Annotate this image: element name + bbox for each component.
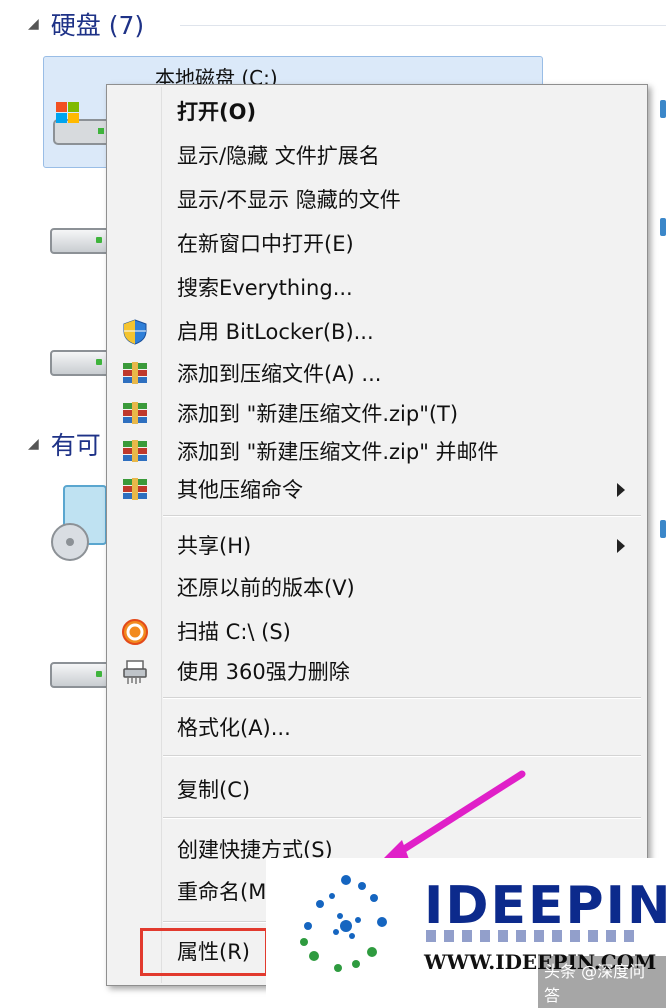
- winrar-icon: [121, 438, 149, 464]
- menu-item-label: 添加到 "新建压缩文件.zip"(T): [177, 402, 459, 426]
- submenu-arrow-icon: [617, 539, 625, 553]
- drive-icon[interactable]: [660, 520, 666, 538]
- menu-item-label: 共享(H): [177, 534, 252, 558]
- drive-icon[interactable]: [660, 100, 666, 118]
- shredder-icon: [121, 658, 149, 684]
- watermark: IDEEPIN WWW.IDEEPIN.COM 头条 @深度问答: [266, 858, 666, 1008]
- menu-item-add-zip-email[interactable]: 添加到 "新建压缩文件.zip" 并邮件: [107, 431, 647, 471]
- watermark-brand-reflection: [426, 930, 638, 942]
- menu-item-bitlocker[interactable]: 启用 BitLocker(B)...: [107, 311, 647, 351]
- menu-item-search-everything[interactable]: 搜索Everything...: [107, 267, 647, 307]
- dvd-drive-icon[interactable]: [50, 482, 110, 576]
- drive-icon[interactable]: [660, 218, 666, 236]
- menu-item-label: 扫描 C:\ (S): [177, 620, 291, 644]
- collapse-triangle-icon[interactable]: ◢: [28, 16, 39, 32]
- section-title: 硬盘 (7): [50, 11, 145, 40]
- menu-item-label: 打开(O): [177, 100, 257, 124]
- menu-item-restore-versions[interactable]: 还原以前的版本(V): [107, 567, 647, 607]
- menu-item-open-new-window[interactable]: 在新窗口中打开(E): [107, 223, 647, 263]
- menu-separator: [163, 755, 641, 757]
- menu-item-label: 复制(C): [177, 778, 251, 802]
- menu-separator: [163, 697, 641, 699]
- watermark-credit: 头条 @深度问答: [538, 956, 666, 1008]
- section-header-removable[interactable]: ◢ 有可: [28, 424, 101, 464]
- drive-icon[interactable]: [50, 662, 110, 688]
- shield-icon: [121, 318, 149, 345]
- drive-icon[interactable]: [50, 228, 110, 254]
- menu-separator: [163, 515, 641, 517]
- menu-item-toggle-hidden[interactable]: 显示/不显示 隐藏的文件: [107, 179, 647, 219]
- menu-item-format[interactable]: 格式化(A)...: [107, 707, 647, 747]
- menu-item-label: 搜索Everything...: [177, 276, 353, 300]
- menu-item-toggle-extensions[interactable]: 显示/隐藏 文件扩展名: [107, 135, 647, 175]
- windows-drive-icon[interactable]: [52, 98, 112, 156]
- menu-item-label: 重命名(M): [177, 880, 275, 904]
- watermark-brand: IDEEPIN: [424, 876, 666, 936]
- menu-item-other-compress[interactable]: 其他压缩命令: [107, 469, 647, 509]
- collapse-triangle-icon[interactable]: ◢: [28, 436, 39, 452]
- properties-highlight-box: [140, 928, 268, 976]
- menu-item-label: 其他压缩命令: [177, 478, 303, 502]
- section-divider: [180, 25, 666, 26]
- menu-item-add-zip[interactable]: 添加到 "新建压缩文件.zip"(T): [107, 393, 647, 433]
- menu-item-label: 启用 BitLocker(B)...: [177, 320, 374, 344]
- menu-item-add-archive[interactable]: 添加到压缩文件(A) ...: [107, 353, 647, 393]
- menu-item-360-shred[interactable]: 使用 360强力删除: [107, 651, 647, 691]
- submenu-arrow-icon: [617, 483, 625, 497]
- menu-item-share[interactable]: 共享(H): [107, 525, 647, 565]
- drive-icon[interactable]: [50, 350, 110, 376]
- section-header-drives[interactable]: ◢ 硬盘 (7): [28, 4, 144, 44]
- menu-item-label: 格式化(A)...: [177, 716, 291, 740]
- menu-item-open[interactable]: 打开(O): [107, 91, 647, 131]
- menu-item-360-scan[interactable]: 扫描 C:\ (S): [107, 611, 647, 651]
- menu-item-label: 显示/隐藏 文件扩展名: [177, 144, 380, 168]
- menu-item-label: 使用 360强力删除: [177, 660, 350, 684]
- winrar-icon: [121, 476, 149, 502]
- winrar-icon: [121, 360, 149, 386]
- menu-item-label: 显示/不显示 隐藏的文件: [177, 188, 401, 212]
- menu-item-label: 添加到 "新建压缩文件.zip" 并邮件: [177, 440, 499, 464]
- menu-item-label: 还原以前的版本(V): [177, 576, 355, 600]
- winrar-icon: [121, 400, 149, 426]
- 360-scan-icon: [121, 618, 149, 645]
- section-title: 有可: [50, 431, 101, 460]
- menu-item-label: 添加到压缩文件(A) ...: [177, 362, 382, 386]
- ideepin-logo-icon: [286, 866, 406, 990]
- menu-item-label: 在新窗口中打开(E): [177, 232, 354, 256]
